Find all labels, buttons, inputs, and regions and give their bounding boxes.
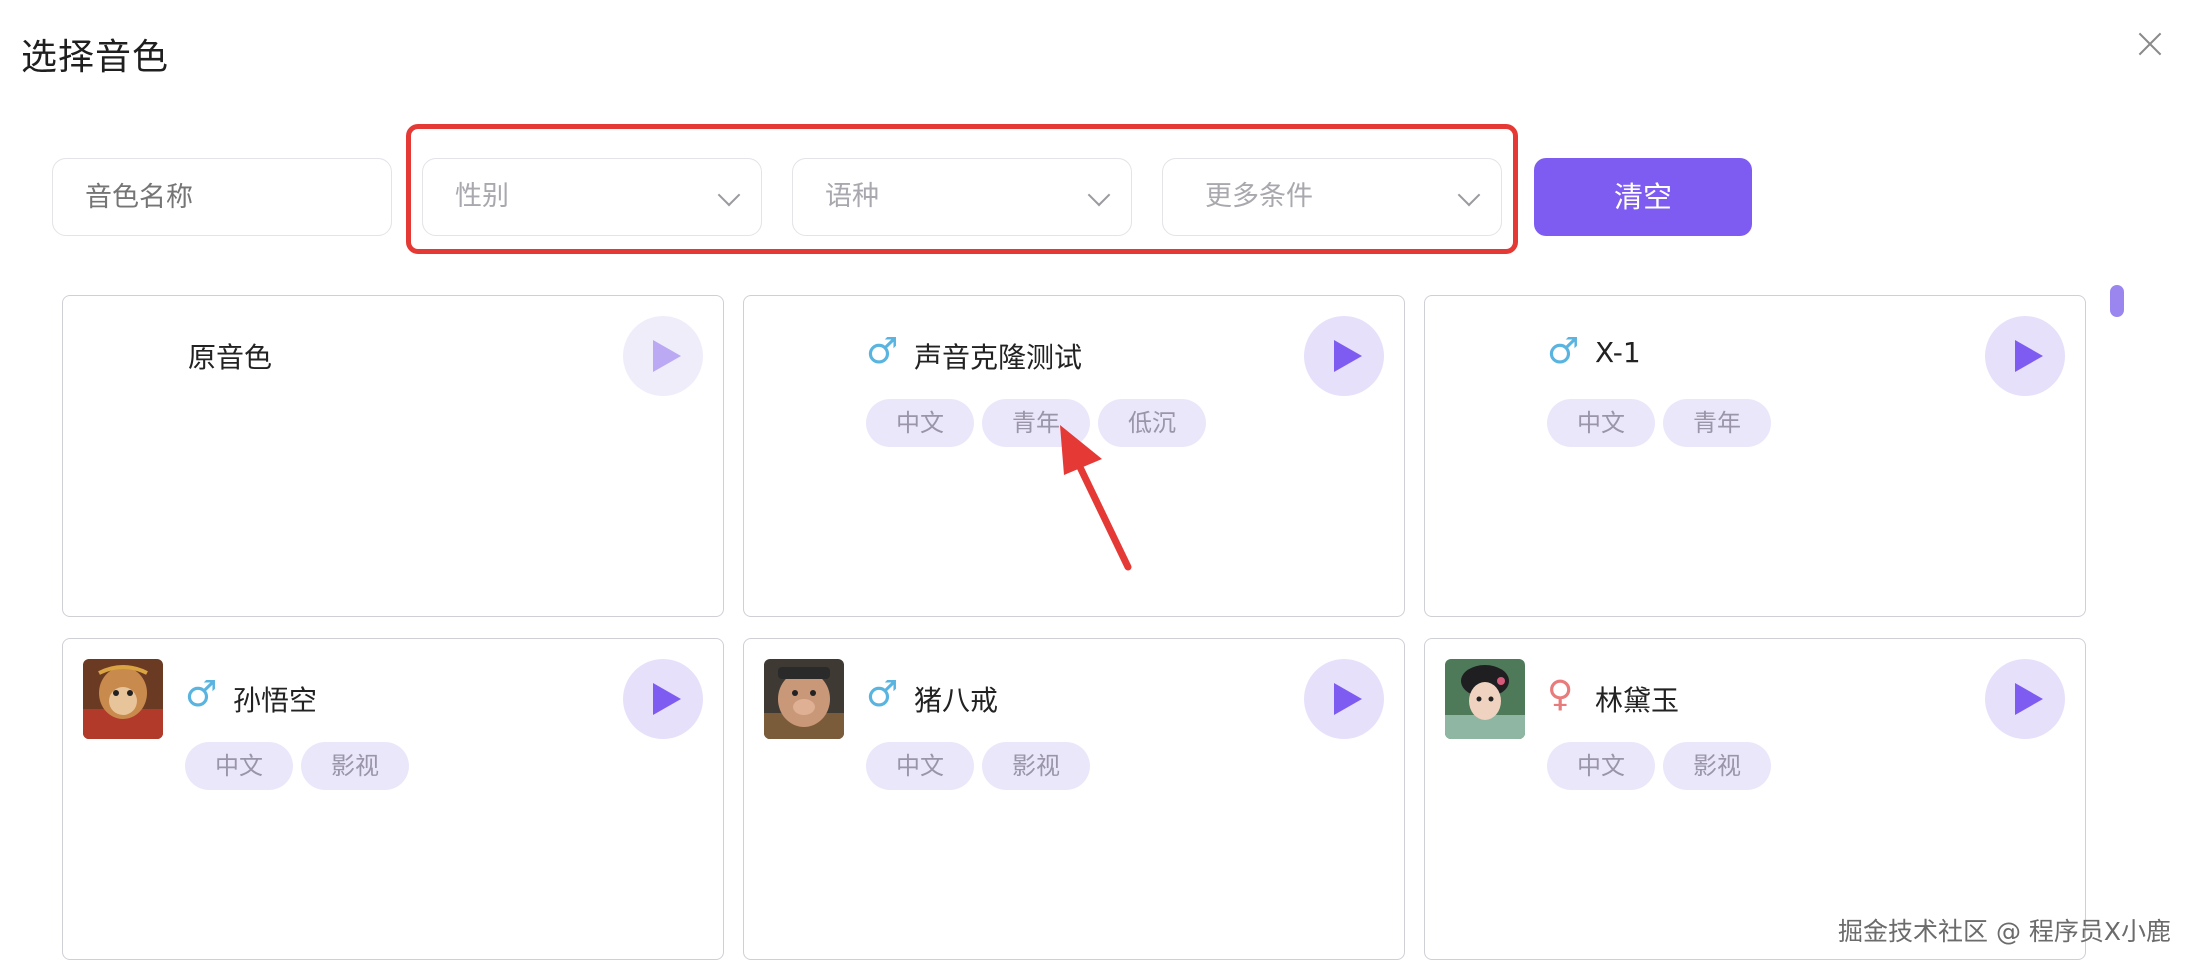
clear-button[interactable]: 清空 [1534,158,1752,236]
tag: 中文 [1547,742,1655,790]
voice-name-input[interactable] [52,158,392,236]
play-icon[interactable] [1985,316,2065,396]
male-icon: ♂ [1547,331,1580,372]
female-icon: ♀ [1547,674,1574,715]
voice-card[interactable]: ♂ X-1 中文 青年 [1424,295,2086,617]
avatar [764,659,844,739]
tag: 影视 [982,742,1090,790]
avatar [1445,659,1525,739]
play-icon[interactable] [623,316,703,396]
voice-name: 猪八戒 [914,684,999,717]
scrollbar-thumb[interactable] [2110,285,2124,317]
male-icon: ♂ [866,674,899,715]
tag: 青年 [1663,399,1771,447]
voice-tags: 中文 影视 [185,742,409,790]
voice-name: 原音色 [188,341,273,374]
annotation-arrow [1060,425,1132,571]
play-icon[interactable] [623,659,703,739]
voice-card[interactable]: ♂ 猪八戒 中文 影视 [743,638,1405,960]
play-icon[interactable] [1985,659,2065,739]
voice-name: 声音克隆测试 [914,341,1083,374]
voice-name: 孙悟空 [233,684,318,717]
voice-name: 林黛玉 [1595,684,1680,717]
filter-highlight-box [406,124,1518,254]
male-icon: ♂ [185,674,218,715]
watermark: 掘金技术社区 @ 程序员X小鹿 [1838,917,2172,946]
male-icon: ♂ [866,331,899,372]
tag: 中文 [1547,399,1655,447]
voice-tags: 中文 影视 [866,742,1090,790]
tag: 影视 [1663,742,1771,790]
voice-name: X-1 [1595,336,1641,369]
tag: 中文 [866,742,974,790]
voice-card[interactable]: ♂ 孙悟空 中文 影视 [62,638,724,960]
play-icon[interactable] [1304,659,1384,739]
tag: 中文 [185,742,293,790]
dialog-title: 选择音色 [21,37,170,78]
tag: 中文 [866,399,974,447]
voice-tags: 中文 影视 [1547,742,1771,790]
voice-tags: 中文 青年 低沉 [866,399,1206,447]
close-icon[interactable] [2134,28,2166,60]
voice-card[interactable]: 原音色 [62,295,724,617]
voice-tags: 中文 青年 [1547,399,1771,447]
play-icon[interactable] [1304,316,1384,396]
tag: 影视 [301,742,409,790]
avatar [83,659,163,739]
